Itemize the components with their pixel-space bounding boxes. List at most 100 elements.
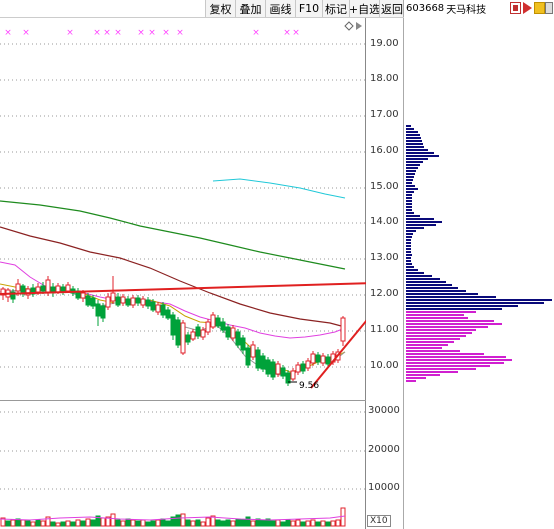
candle-body bbox=[240, 337, 246, 351]
low-price-label: 9.56 bbox=[299, 381, 319, 391]
kline-chart[interactable]: × × × × × × × × × × × × × 9.56 bbox=[0, 18, 366, 529]
candle-body bbox=[170, 314, 176, 336]
chip-profit-bar bbox=[406, 365, 490, 367]
volume-bar bbox=[215, 519, 221, 527]
candle-body bbox=[135, 297, 141, 304]
event-marker: × bbox=[103, 28, 111, 38]
volume-bar bbox=[160, 518, 166, 527]
price-tick-label: 16.00 bbox=[370, 145, 399, 156]
price-tick-label: 12.00 bbox=[370, 288, 399, 299]
chip-profit-bar bbox=[406, 377, 426, 379]
toolbar-button-add-watchlist[interactable]: +自选 bbox=[349, 0, 380, 17]
chip-loss-bar bbox=[406, 293, 478, 295]
chip-loss-bar bbox=[406, 125, 411, 127]
chip-tool-icon[interactable] bbox=[510, 2, 521, 14]
volume-bar bbox=[185, 519, 191, 527]
chip-loss-bar bbox=[406, 203, 412, 205]
volume-bar bbox=[180, 513, 186, 527]
triangle-flag-icon[interactable] bbox=[523, 2, 532, 14]
event-marker: × bbox=[93, 28, 101, 38]
candle-body bbox=[115, 296, 121, 306]
volume-bar bbox=[200, 521, 206, 527]
toolbar-button-f10[interactable]: F10 bbox=[295, 0, 322, 17]
yellow-flag-icon[interactable] bbox=[534, 2, 545, 14]
toolbar-button-overlay[interactable]: 叠加 bbox=[235, 0, 265, 17]
candle-body bbox=[275, 363, 281, 375]
volume-bar bbox=[165, 520, 171, 527]
volume-bar bbox=[235, 518, 241, 527]
event-marker: × bbox=[148, 28, 156, 38]
chip-loss-bar bbox=[406, 185, 415, 187]
chip-loss-bar bbox=[406, 167, 418, 169]
chip-loss-bar bbox=[406, 164, 420, 166]
chip-loss-bar bbox=[406, 245, 411, 247]
chip-loss-bar bbox=[406, 290, 466, 292]
event-marker: × bbox=[252, 28, 260, 38]
chip-loss-bar bbox=[406, 173, 415, 175]
chip-loss-bar bbox=[406, 137, 421, 139]
chip-loss-bar bbox=[406, 233, 413, 235]
chip-loss-bar bbox=[406, 308, 502, 310]
toolbar-button-mark[interactable]: 标记 bbox=[322, 0, 349, 17]
chip-profit-bar bbox=[406, 323, 502, 325]
volume-bar bbox=[270, 520, 276, 527]
chip-loss-bar bbox=[406, 152, 434, 154]
candle-body bbox=[80, 292, 86, 299]
volume-bar bbox=[115, 519, 121, 527]
volume-bar bbox=[85, 518, 91, 527]
volume-bar bbox=[150, 520, 156, 527]
candle-body bbox=[140, 298, 146, 306]
event-markers: × × × × × × × × × × × × × bbox=[4, 28, 300, 38]
volume-tick-label: 20000 bbox=[368, 444, 400, 455]
candle-body bbox=[190, 331, 196, 340]
rebound-arrow-line bbox=[310, 319, 366, 389]
candle-body bbox=[200, 329, 206, 338]
volume-bar bbox=[225, 519, 231, 527]
chip-profit-bar bbox=[406, 347, 442, 349]
volume-bar bbox=[55, 522, 61, 527]
volume-bar bbox=[320, 520, 326, 527]
candle-body bbox=[245, 347, 251, 366]
volume-bar bbox=[70, 521, 76, 527]
toolbar-button-draw-line[interactable]: 画线 bbox=[265, 0, 295, 17]
price-tick-label: 18.00 bbox=[370, 73, 399, 84]
candle-body bbox=[155, 304, 161, 313]
toolbar-button-back[interactable]: 返回 bbox=[379, 0, 404, 17]
moving-averages bbox=[0, 178, 346, 378]
volume-bar bbox=[10, 519, 16, 527]
chip-profit-bar bbox=[406, 332, 472, 334]
candle-body bbox=[185, 334, 191, 343]
chip-loss-bar bbox=[406, 266, 414, 268]
event-marker: × bbox=[114, 28, 122, 38]
price-tick-label: 11.00 bbox=[370, 324, 399, 335]
toolbar-button-restore-rights[interactable]: 复权 bbox=[205, 0, 235, 17]
price-tick-label: 13.00 bbox=[370, 252, 399, 263]
candle-body bbox=[130, 297, 136, 306]
chip-loss-bar bbox=[406, 281, 446, 283]
chip-loss-bar bbox=[406, 149, 428, 151]
volume-bar bbox=[315, 521, 321, 527]
chip-loss-bar bbox=[406, 128, 414, 130]
price-tick-label: 15.00 bbox=[370, 181, 399, 192]
volume-bar bbox=[110, 513, 116, 527]
price-tick-label: 19.00 bbox=[370, 38, 399, 49]
chip-profit-bar bbox=[406, 362, 504, 364]
candle-body bbox=[180, 322, 186, 354]
volume-bar bbox=[120, 520, 126, 527]
chip-loss-bar bbox=[406, 248, 411, 250]
volume-bar bbox=[65, 520, 71, 527]
gray-flag-icon[interactable] bbox=[545, 2, 553, 14]
chip-loss-bar bbox=[406, 284, 452, 286]
chip-loss-bar bbox=[406, 263, 412, 265]
event-marker: × bbox=[162, 28, 170, 38]
price-grid bbox=[0, 43, 365, 490]
volume-bar bbox=[140, 519, 146, 527]
candle-body bbox=[85, 295, 91, 306]
volume-bar bbox=[145, 521, 151, 527]
volume-bar bbox=[135, 520, 141, 527]
volume-bar bbox=[330, 520, 336, 527]
price-tick-label: 14.00 bbox=[370, 216, 399, 227]
chip-profit-bar bbox=[406, 320, 494, 322]
volume-bar bbox=[335, 519, 341, 527]
volume-tick-label: 10000 bbox=[368, 482, 400, 493]
